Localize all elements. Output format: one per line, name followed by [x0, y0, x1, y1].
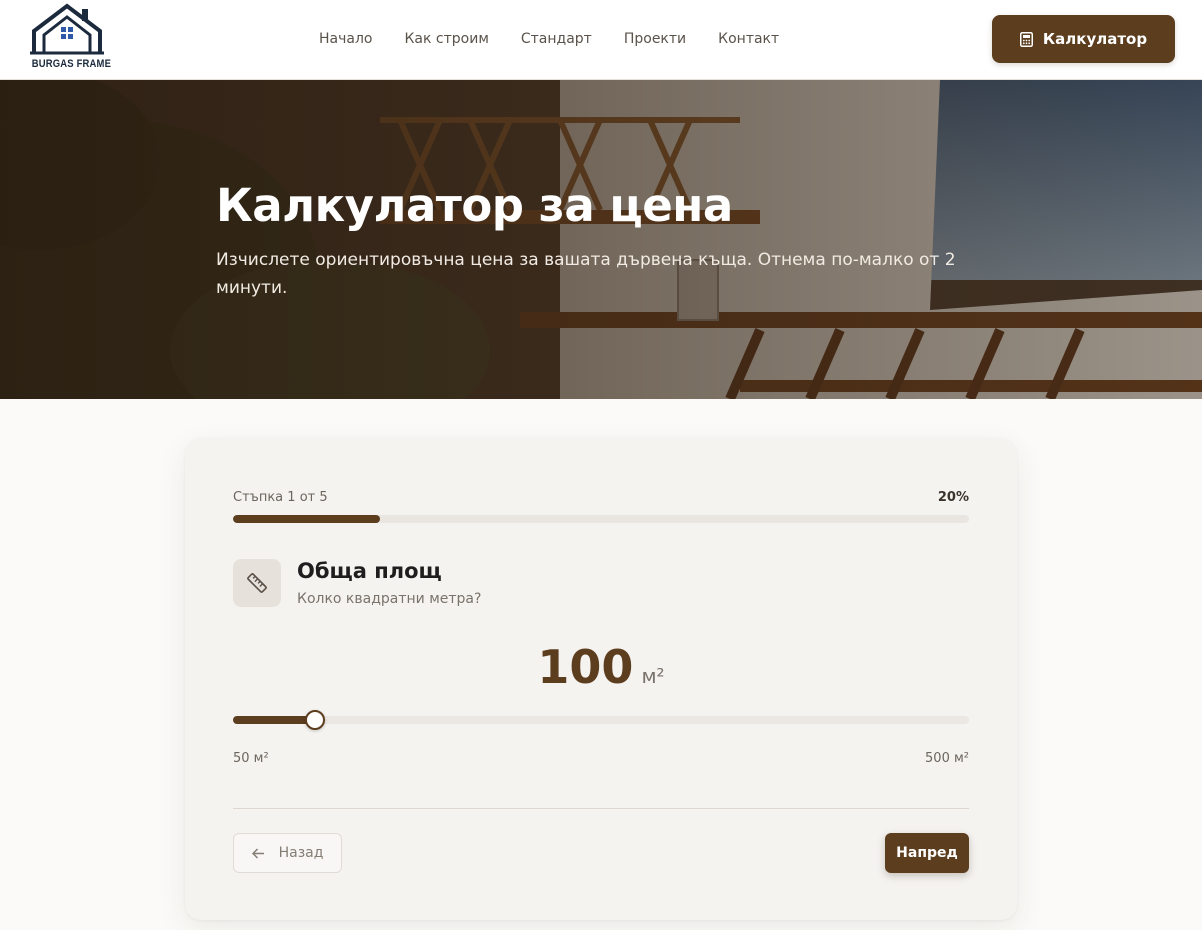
calculator-cta-button[interactable]: Калкулатор — [992, 15, 1175, 63]
progress-bar — [233, 515, 969, 523]
question-title: Обща площ — [297, 559, 442, 583]
slider-track[interactable] — [233, 716, 969, 724]
back-button-label: Назад — [278, 845, 324, 861]
slider-min-label: 50 м² — [233, 751, 269, 766]
site-header: BURGAS FRAME Начало Как строим Стандарт … — [0, 0, 1202, 80]
page-subtitle: Изчислете ориентировъчна цена за вашата … — [216, 250, 956, 298]
next-button[interactable]: Напред — [885, 833, 969, 873]
calculator-cta-label: Калкулатор — [1042, 30, 1148, 48]
nav-link-contact[interactable]: Контакт — [718, 30, 779, 48]
area-slider[interactable] — [233, 709, 969, 731]
slider-fill — [233, 716, 315, 724]
step-indicator: Стъпка 1 от 5 — [233, 490, 328, 505]
next-button-label: Напред — [896, 845, 958, 861]
back-button[interactable]: Назад — [233, 833, 342, 873]
nav-link-projects[interactable]: Проекти — [624, 30, 686, 48]
house-logo-icon — [30, 3, 104, 55]
calculator-icon — [1019, 31, 1033, 47]
hero-banner: Калкулатор за цена Изчислете ориентировъ… — [0, 80, 1202, 399]
main-nav: Начало Как строим Стандарт Проекти Конта… — [319, 30, 811, 48]
nav-link-standard[interactable]: Стандарт — [521, 30, 592, 48]
slider-thumb[interactable] — [304, 710, 325, 730]
nav-link-home[interactable]: Начало — [319, 30, 372, 48]
hero-overlay — [0, 80, 1202, 399]
progress-percent: 20% — [937, 490, 969, 505]
nav-link-how-we-build[interactable]: Как строим — [404, 30, 488, 48]
brand-name: BURGAS FRAME — [31, 58, 112, 70]
slider-max-label: 500 м² — [925, 751, 969, 766]
question-icon-box — [233, 559, 281, 607]
question-subtitle: Колко квадратни метра? — [297, 591, 482, 607]
brand-logo[interactable]: BURGAS FRAME — [26, 3, 112, 73]
ruler-icon — [247, 573, 267, 593]
area-value: 100 — [537, 640, 634, 694]
page-title: Калкулатор за цена — [216, 179, 733, 232]
progress-bar-fill — [233, 515, 381, 523]
arrow-left-icon — [251, 847, 264, 859]
area-value-display: 100 м² — [185, 640, 1017, 700]
calculator-wizard-card: Стъпка 1 от 5 20% Обща площ Колко квадра… — [185, 438, 1017, 920]
area-unit: м² — [641, 664, 665, 688]
divider — [233, 808, 969, 809]
